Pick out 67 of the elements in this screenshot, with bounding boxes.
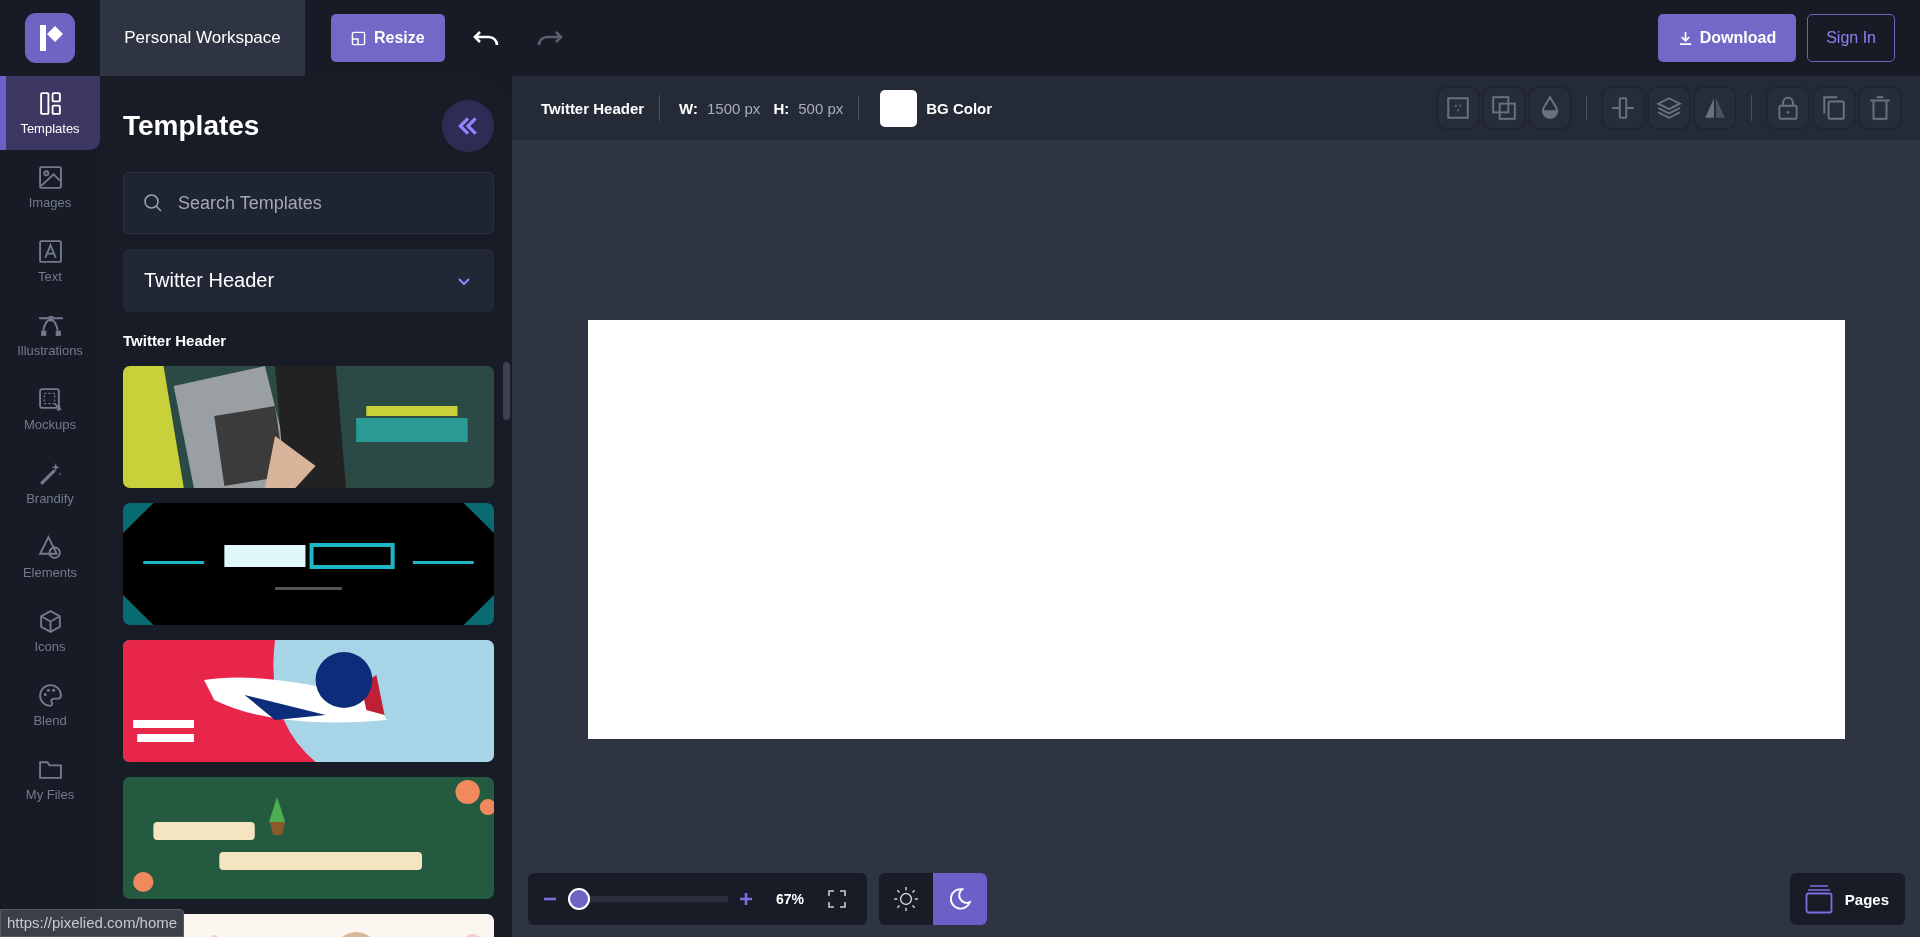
workspace-name[interactable]: Personal Workspace [100, 0, 305, 76]
moon-icon [947, 886, 973, 912]
resize-icon [351, 30, 366, 46]
duplicate-button[interactable] [1814, 88, 1854, 128]
trash-icon [1867, 95, 1893, 121]
search-field[interactable]: Search Templates [123, 172, 494, 234]
scrollbar[interactable] [503, 362, 510, 420]
position-button[interactable] [1438, 88, 1478, 128]
align-center-icon [1610, 95, 1636, 121]
bg-color-label: BG Color [926, 99, 993, 117]
height-label: H: [773, 99, 790, 117]
slider-thumb[interactable] [568, 888, 590, 910]
dark-mode-button[interactable] [933, 873, 987, 925]
design-name: Twitter Header [541, 99, 645, 117]
height-value[interactable]: 500 px [798, 99, 844, 117]
nav-item[interactable]: Images [0, 150, 100, 224]
status-url-tooltip: https://pixelied.com/home [0, 909, 185, 937]
palette-icon [37, 682, 63, 708]
lock-icon [1775, 95, 1801, 121]
resize-button[interactable]: Resize [331, 14, 445, 62]
download-icon [1677, 30, 1693, 46]
delete-button[interactable] [1860, 88, 1900, 128]
fullscreen-button[interactable] [828, 890, 847, 908]
templates-icon [37, 90, 63, 116]
arrange-button[interactable] [1484, 88, 1524, 128]
shapes-icon [37, 534, 63, 560]
download-button[interactable]: Download [1657, 14, 1797, 62]
category-dropdown[interactable]: Twitter Header [123, 249, 494, 312]
collapse-button[interactable] [442, 100, 494, 152]
logo-icon[interactable] [25, 13, 75, 63]
nav-item[interactable]: Mockups [0, 372, 100, 446]
layers-button[interactable] [1649, 88, 1689, 128]
pages-button[interactable]: Pages [1789, 873, 1905, 925]
bg-color-swatch[interactable] [880, 89, 918, 127]
nav-item[interactable]: Elements [0, 520, 100, 594]
overlapping-squares-icon [1491, 95, 1517, 121]
opacity-button[interactable] [1530, 88, 1570, 128]
nav-item[interactable]: Templates [0, 76, 100, 150]
text-icon [37, 238, 63, 264]
nav-item[interactable]: Text [0, 224, 100, 298]
search-icon [143, 193, 163, 213]
width-label: W: [679, 99, 698, 117]
sun-icon [893, 886, 919, 912]
copy-icon [1821, 95, 1847, 121]
nav-item[interactable]: Icons [0, 594, 100, 668]
cube-icon [37, 608, 63, 634]
sign-in-button[interactable]: Sign In [1807, 14, 1895, 62]
width-value[interactable]: 1500 px [707, 99, 761, 117]
nav-item[interactable]: My Files [0, 742, 100, 816]
nav-item[interactable]: Blend [0, 668, 100, 742]
dotted-square-icon [1445, 95, 1471, 121]
lock-button[interactable] [1768, 88, 1808, 128]
nav-item[interactable]: Brandify [0, 446, 100, 520]
panel-title: Templates [123, 110, 260, 142]
align-button[interactable] [1603, 88, 1643, 128]
layers-icon [1656, 95, 1682, 121]
image-icon [37, 164, 63, 190]
nav-item[interactable]: Illustrations [0, 298, 100, 372]
flip-button[interactable] [1695, 88, 1735, 128]
zoom-percentage: 67% [776, 891, 805, 907]
pages-icon [1804, 884, 1833, 914]
fullscreen-icon [828, 890, 847, 908]
mockup-icon [37, 386, 63, 412]
zoom-in-button[interactable] [738, 891, 754, 907]
section-heading: Twitter Header [123, 332, 228, 349]
plus-icon [738, 891, 754, 907]
undo-icon [472, 28, 501, 48]
